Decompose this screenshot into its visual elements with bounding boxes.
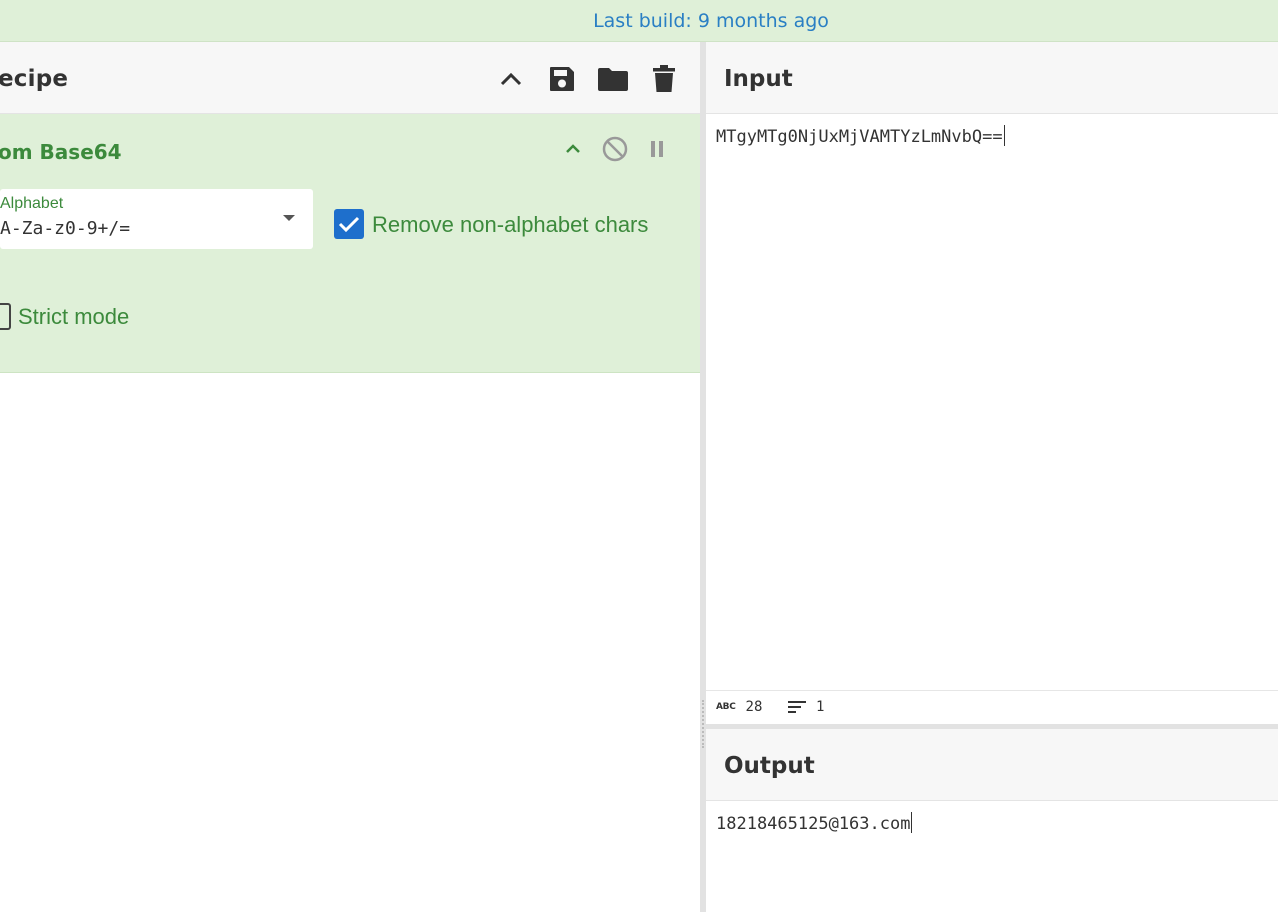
- save-icon[interactable]: [545, 62, 579, 96]
- text-caret: [1003, 125, 1005, 146]
- operation-from-base64: om Base64 Alphabet A-Za-z0-9+/= Remove n…: [0, 114, 700, 373]
- input-textarea[interactable]: MTgyMTg0NjUxMjVAMTYzLmNvbQ==: [716, 125, 1005, 147]
- output-title: Output: [724, 753, 815, 779]
- char-count-value: 28: [745, 699, 763, 715]
- char-count: ABC 28: [716, 699, 762, 715]
- strict-mode-label[interactable]: Strict mode: [18, 304, 129, 330]
- remove-non-alphabet-label[interactable]: Remove non-alphabet chars: [372, 212, 648, 238]
- input-status-bar: ABC 28 1: [706, 690, 1278, 724]
- chevron-up-icon[interactable]: [558, 134, 588, 164]
- recipe-title: ecipe: [0, 66, 69, 92]
- operation-title: om Base64: [0, 140, 122, 164]
- splitter-grip[interactable]: [702, 700, 704, 748]
- line-count: 1: [788, 699, 824, 715]
- alphabet-label: Alphabet: [0, 195, 64, 212]
- recipe-pane: ecipe om Base64 Alphabet A-Za-z0-9+/= Re…: [0, 42, 700, 912]
- input-header: Input: [706, 42, 1278, 114]
- input-title: Input: [724, 66, 793, 92]
- output-header: Output: [706, 729, 1278, 801]
- input-pane: Input MTgyMTg0NjUxMjVAMTYzLmNvbQ==: [706, 42, 1278, 690]
- trash-icon[interactable]: [647, 62, 681, 96]
- recipe-header: ecipe: [0, 42, 700, 114]
- disable-icon[interactable]: [600, 134, 630, 164]
- folder-icon[interactable]: [596, 62, 630, 96]
- lines-icon: [788, 701, 806, 713]
- remove-non-alphabet-checkbox[interactable]: [334, 209, 364, 239]
- build-info-banner: Last build: 9 months ago: [0, 0, 1278, 42]
- output-textarea[interactable]: 18218465125@163.com: [716, 812, 913, 834]
- checkmark-icon: [338, 216, 360, 233]
- strict-mode-checkbox[interactable]: [0, 303, 11, 330]
- abc-icon: ABC: [716, 702, 736, 712]
- output-text: 18218465125@163.com: [716, 814, 911, 834]
- output-pane: Output 18218465125@163.com: [706, 729, 1278, 912]
- caret-down-icon[interactable]: [283, 215, 295, 221]
- line-count-value: 1: [816, 699, 825, 715]
- input-text: MTgyMTg0NjUxMjVAMTYzLmNvbQ==: [716, 127, 1003, 147]
- alphabet-select[interactable]: Alphabet A-Za-z0-9+/=: [0, 189, 313, 249]
- build-info-text: Last build: 9 months ago: [593, 9, 829, 32]
- alphabet-value: A-Za-z0-9+/=: [0, 218, 131, 239]
- pause-icon[interactable]: [642, 134, 672, 164]
- chevron-up-icon[interactable]: [494, 62, 528, 96]
- text-caret: [911, 812, 913, 833]
